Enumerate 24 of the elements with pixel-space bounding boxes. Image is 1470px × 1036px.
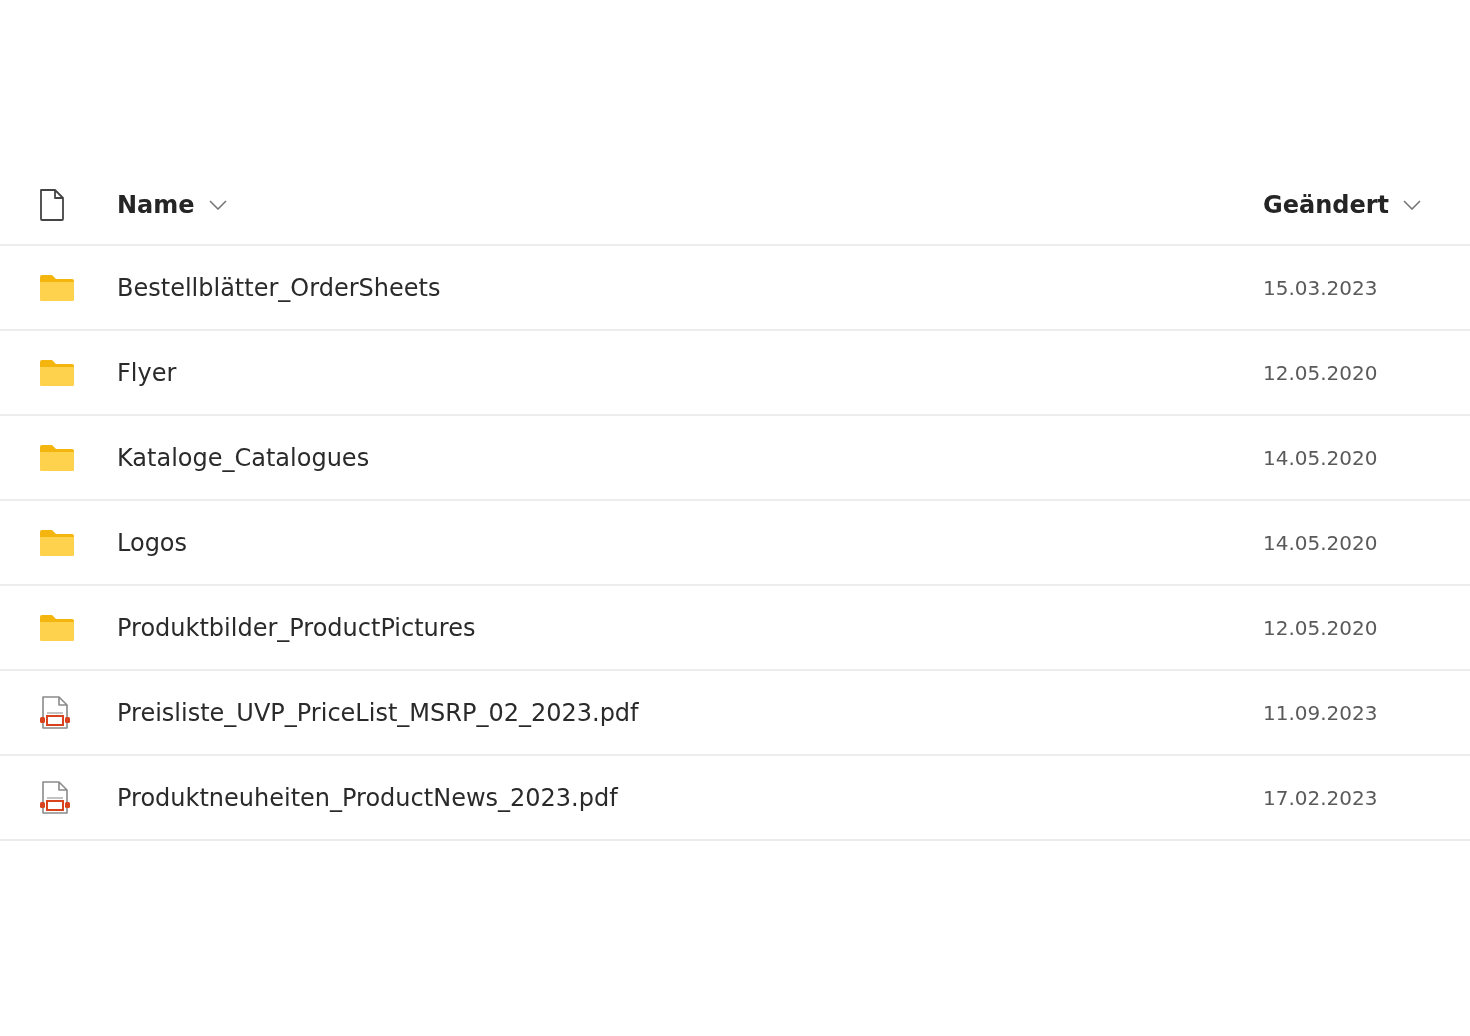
modified-date: 15.03.2023 [1263, 275, 1378, 300]
modified-date: 14.05.2020 [1263, 445, 1378, 470]
file-name[interactable]: Kataloge_Catalogues [117, 443, 370, 472]
folder-icon [38, 528, 76, 557]
file-name[interactable]: Produktbilder_ProductPictures [117, 613, 476, 642]
caret-icon [208, 199, 227, 210]
folder-icon [38, 358, 76, 387]
file-name[interactable]: Preisliste_UVP_PriceList_MSRP_02_2023.pdf [117, 698, 639, 727]
folder-icon [38, 613, 76, 642]
file-name[interactable]: Produktneuheiten_ProductNews_2023.pdf [117, 783, 618, 812]
modified-date: 17.02.2023 [1263, 785, 1378, 810]
column-header[interactable]: Geändert [1263, 190, 1422, 219]
modified-date: 11.09.2023 [1263, 700, 1378, 725]
folder-icon [38, 273, 76, 302]
file-name[interactable]: Flyer [117, 358, 177, 387]
file-name[interactable]: Bestellblätter_OrderSheets [117, 273, 441, 302]
file-name[interactable]: Logos [117, 528, 188, 557]
folder-icon [38, 443, 76, 472]
column-header[interactable]: Name [117, 190, 227, 219]
modified-date: 14.05.2020 [1263, 530, 1378, 555]
modified-date: 12.05.2020 [1263, 615, 1378, 640]
file-icon [38, 187, 66, 222]
modified-date: 12.05.2020 [1263, 360, 1378, 385]
caret-icon [1403, 199, 1422, 210]
